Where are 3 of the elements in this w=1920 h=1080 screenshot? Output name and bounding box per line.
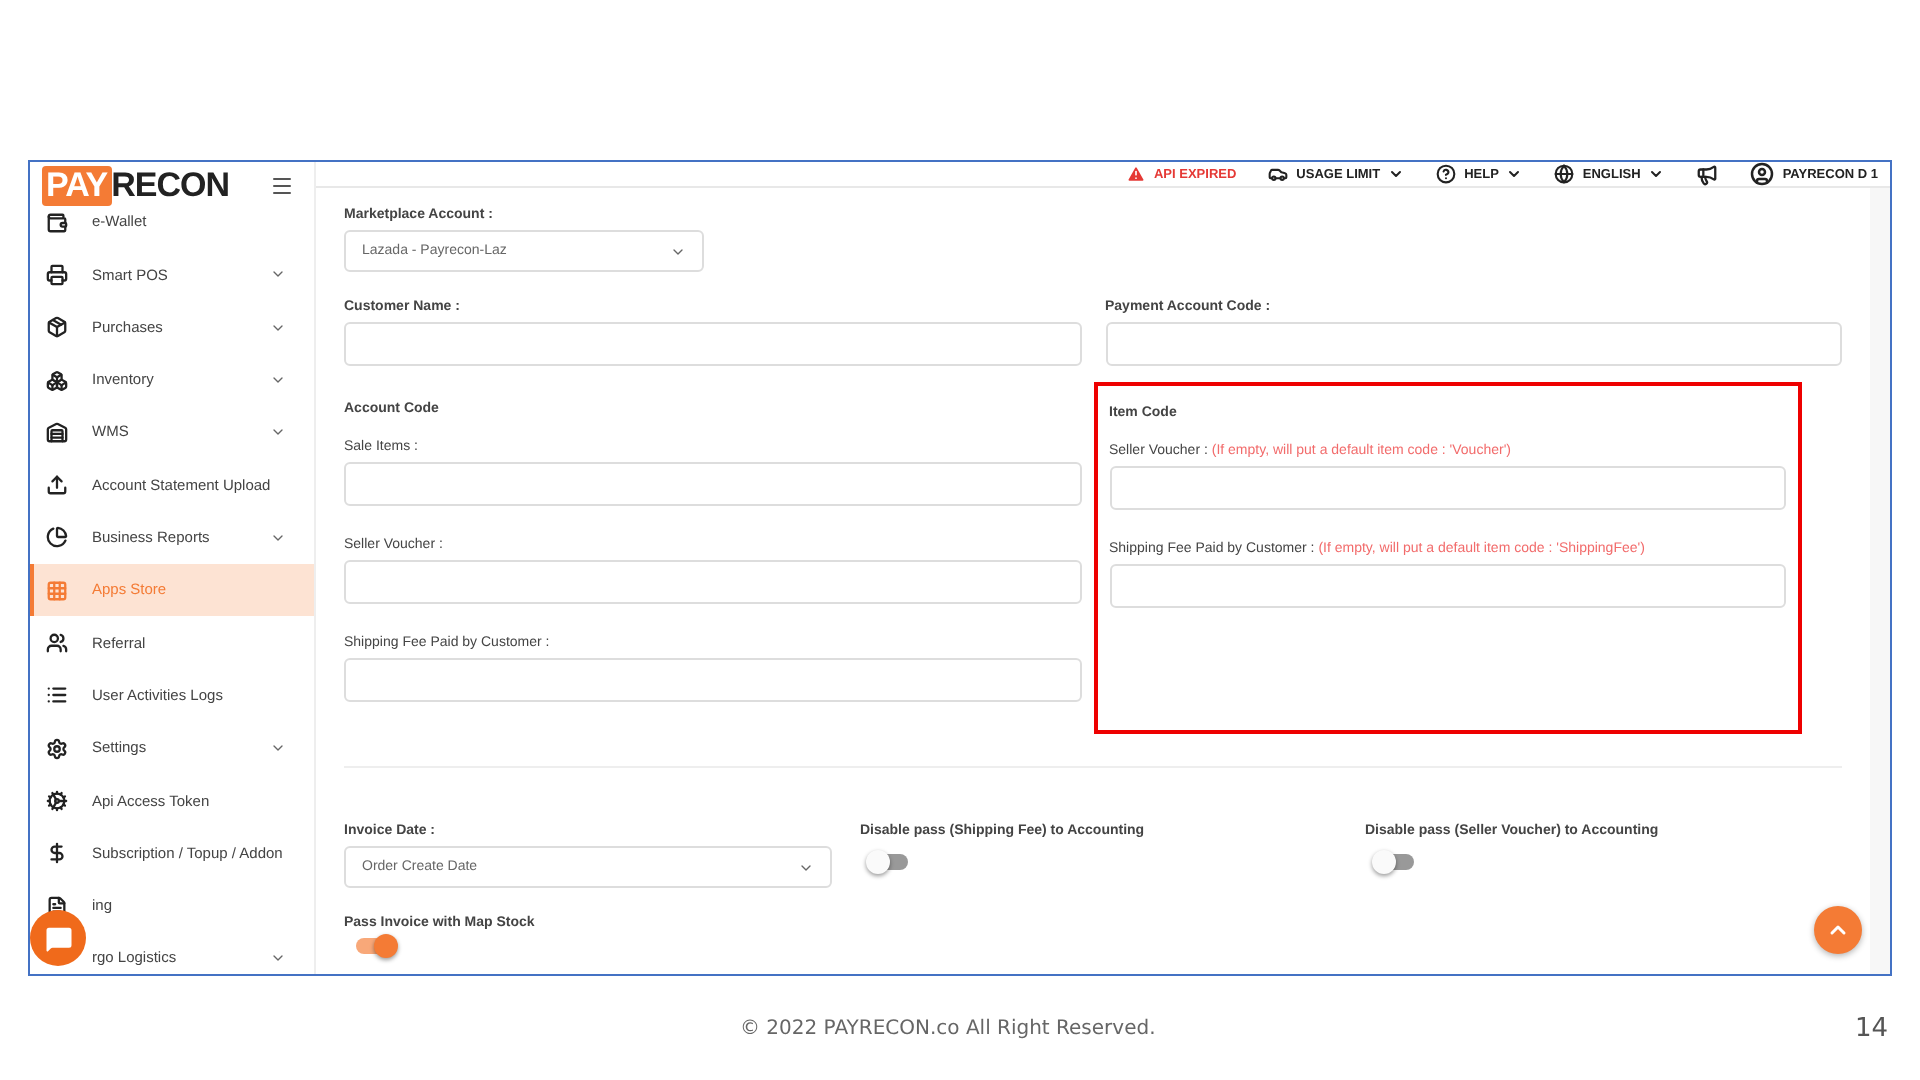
copyright-text: © 2022 PAYRECON.co All Right Reserved. — [740, 1017, 1156, 1039]
payrecon-logo: PAYRECON — [42, 166, 230, 206]
page-number: 14 — [1854, 1013, 1888, 1043]
